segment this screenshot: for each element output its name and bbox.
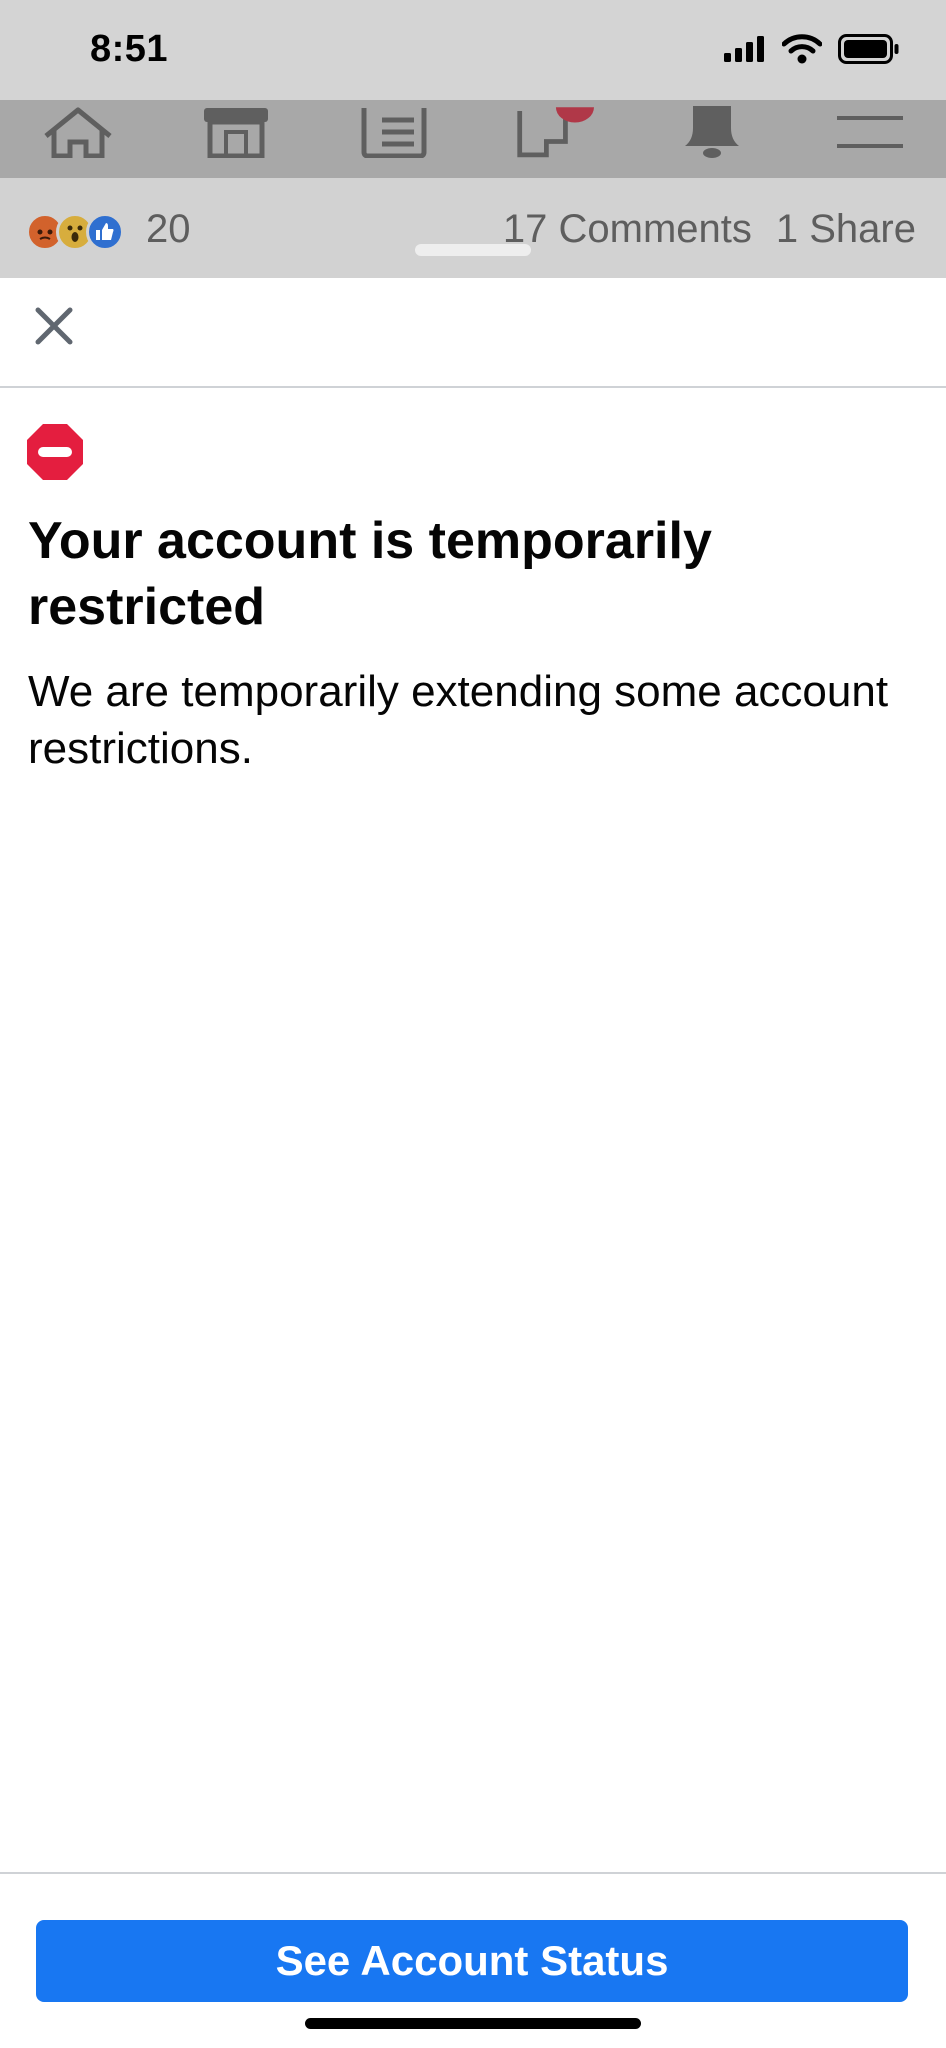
dialog-description: We are temporarily extending some accoun…	[28, 667, 889, 773]
status-bar: 8:51	[0, 0, 946, 100]
dialog-title: Your account is temporarily restricted	[28, 512, 712, 636]
like-reaction-icon	[86, 213, 124, 251]
cellular-signal-icon	[724, 36, 764, 62]
menu-icon[interactable]	[830, 100, 910, 164]
comments-shares: 17 Comments 1 Share	[503, 207, 916, 252]
news-feed-icon[interactable]	[354, 100, 434, 164]
status-time: 8:51	[90, 28, 169, 70]
wifi-icon	[782, 34, 822, 64]
pages-icon[interactable]	[514, 100, 594, 164]
shares-count-link[interactable]: 1 Share	[776, 207, 916, 252]
battery-icon	[838, 34, 899, 64]
home-icon[interactable]	[38, 100, 118, 164]
close-icon	[35, 307, 73, 345]
notifications-bell-icon[interactable]	[672, 100, 752, 164]
marketplace-icon[interactable]	[196, 100, 276, 164]
close-button[interactable]	[28, 300, 80, 352]
status-icons	[724, 34, 900, 64]
header-divider	[0, 386, 946, 388]
reaction-count[interactable]: 20	[146, 207, 191, 252]
restricted-icon	[27, 424, 83, 480]
see-account-status-button[interactable]: See Account Status	[36, 1920, 908, 2002]
comments-count-link[interactable]: 17 Comments	[503, 207, 752, 252]
background-nav-bar	[0, 100, 946, 178]
home-indicator[interactable]	[305, 2018, 641, 2029]
footer-divider	[0, 1872, 946, 1874]
reactions-summary[interactable]	[26, 211, 124, 253]
sheet-grabber[interactable]	[415, 244, 531, 256]
